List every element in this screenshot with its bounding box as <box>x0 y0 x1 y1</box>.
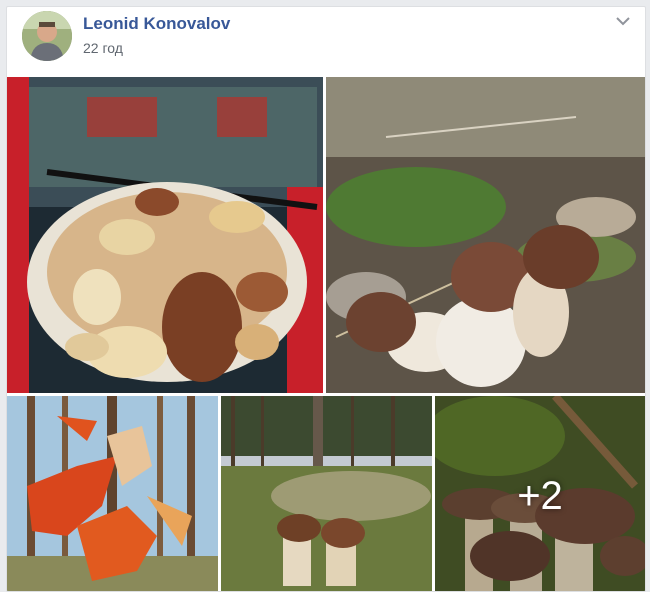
chevron-down-icon[interactable] <box>615 13 631 29</box>
avatar[interactable] <box>22 11 72 61</box>
photo-forest-mushrooms[interactable] <box>326 77 645 393</box>
photo-autumn-leaves[interactable] <box>7 396 218 591</box>
photo-mushroom-basket[interactable] <box>7 77 323 393</box>
post-header: Leonid Konovalov 22 год <box>7 7 645 77</box>
author-name-link[interactable]: Leonid Konovalov <box>83 14 230 34</box>
post-timestamp[interactable]: 22 год <box>83 40 123 56</box>
photo-pine-forest[interactable] <box>221 396 432 591</box>
photo-mushroom-cluster[interactable]: +2 <box>435 396 645 591</box>
post-card: Leonid Konovalov 22 год +2 <box>6 6 646 592</box>
more-photos-count: +2 <box>517 474 563 518</box>
